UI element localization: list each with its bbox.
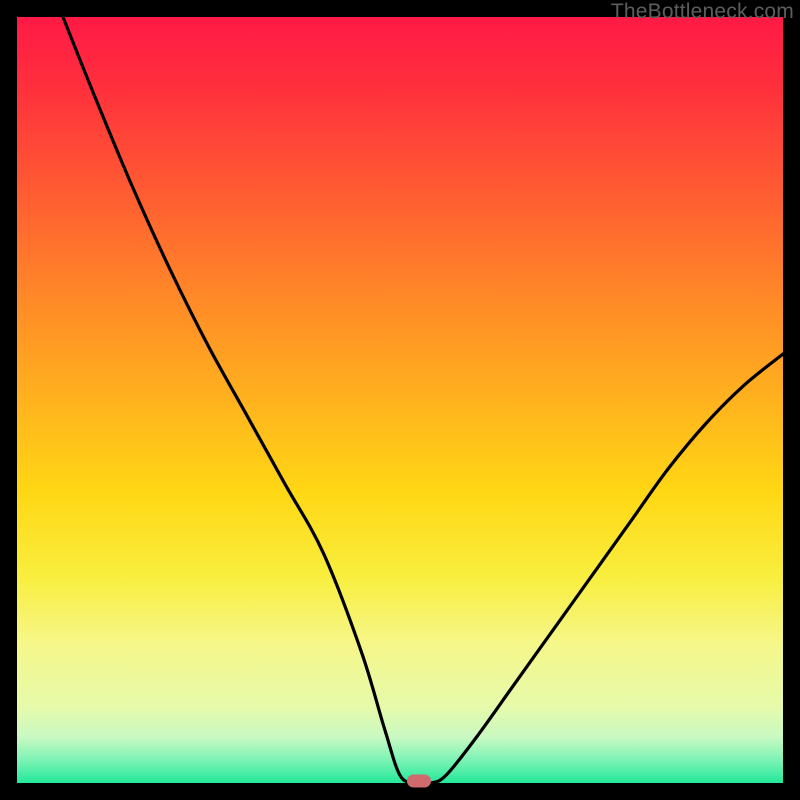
optimal-point-marker — [407, 775, 431, 788]
bottleneck-curve — [17, 17, 783, 783]
watermark-text: TheBottleneck.com — [611, 0, 794, 24]
chart-frame: TheBottleneck.com — [0, 0, 800, 800]
plot-area — [17, 17, 783, 783]
